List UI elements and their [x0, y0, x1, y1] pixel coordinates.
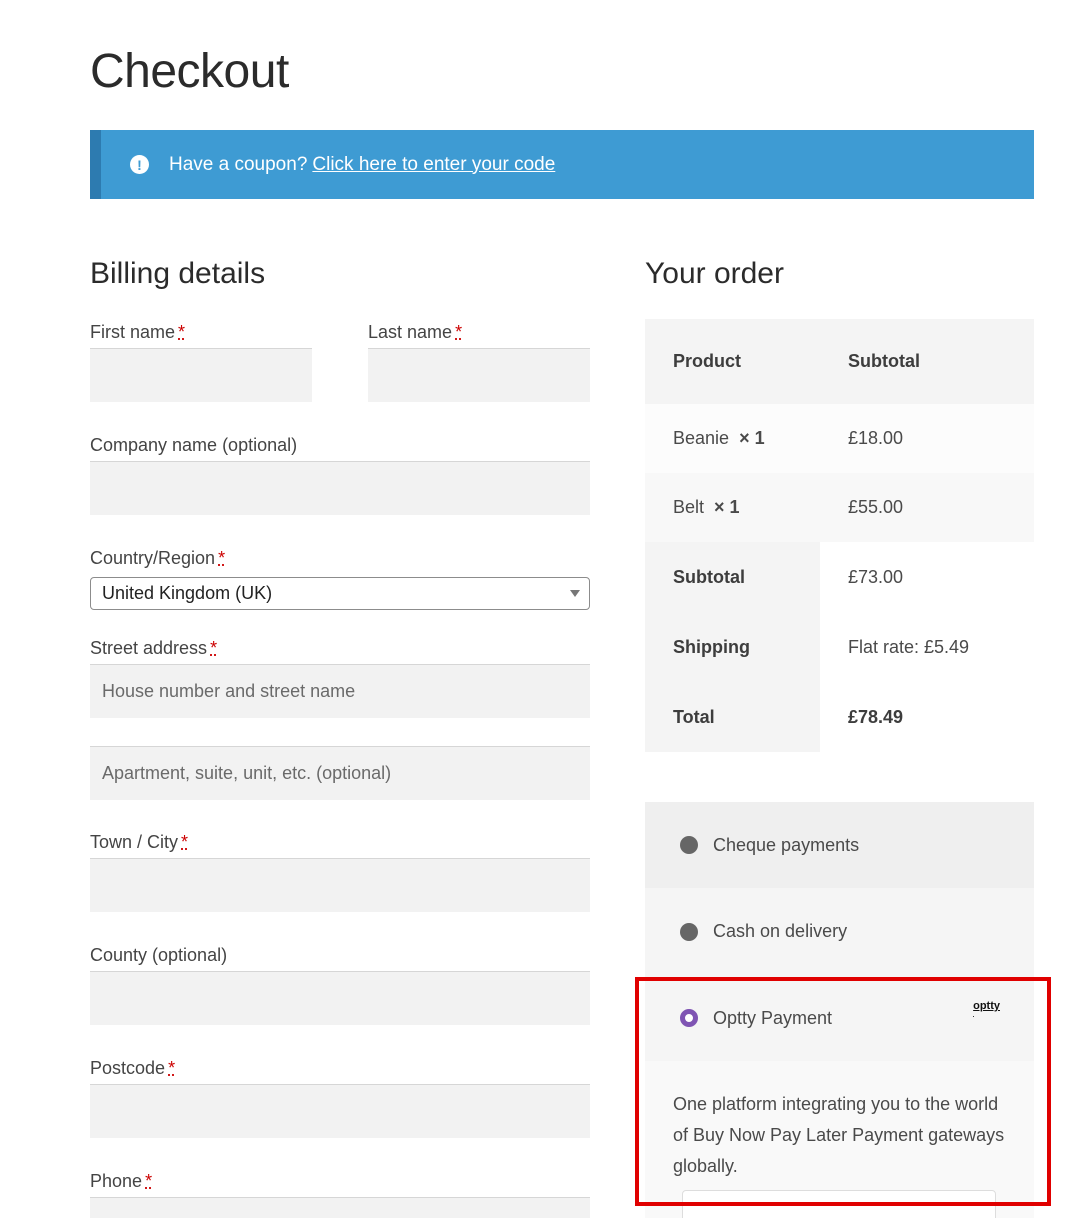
optty-logo: optty	[973, 1001, 1000, 1016]
optty-logo-text: optty	[973, 1000, 1000, 1012]
payment-method-cheque[interactable]: Cheque payments	[645, 802, 1034, 888]
column-header-product: Product	[673, 351, 742, 371]
chevron-down-icon	[570, 590, 580, 597]
country-select[interactable]: United Kingdom (UK)	[90, 577, 590, 610]
required-mark: *	[218, 548, 226, 568]
phone-input[interactable]	[90, 1197, 590, 1218]
subtotal-row: Subtotal £73.00	[645, 542, 1034, 612]
postcode-label-text: Postcode	[90, 1058, 166, 1078]
coupon-prompt: Have a coupon?	[169, 153, 308, 175]
country-label: Country/Region *	[90, 548, 225, 569]
payment-method-label: Cheque payments	[713, 834, 860, 855]
county-input[interactable]	[90, 971, 590, 1025]
table-row: Belt × 1 £55.00	[645, 473, 1034, 542]
first-name-label: First name *	[90, 322, 185, 343]
radio-button-selected[interactable]	[680, 1009, 698, 1027]
street-label: Street address *	[90, 638, 217, 659]
last-name-label: Last name *	[368, 322, 462, 343]
company-input[interactable]	[90, 461, 590, 515]
required-mark: *	[455, 322, 463, 342]
radio-button[interactable]	[680, 922, 698, 941]
product-qty: × 1	[739, 428, 765, 448]
subtotal-label: Subtotal	[673, 566, 745, 587]
product-price: £18.00	[848, 428, 904, 448]
info-icon: !	[130, 155, 149, 174]
product-price: £55.00	[848, 497, 904, 517]
phone-label-text: Phone	[90, 1171, 143, 1191]
first-name-label-text: First name	[90, 322, 176, 342]
column-header-subtotal: Subtotal	[848, 351, 920, 371]
company-label: Company name (optional)	[90, 435, 298, 455]
optty-widget-frame[interactable]	[682, 1190, 996, 1218]
shipping-row: Shipping Flat rate: £5.49	[645, 612, 1034, 682]
town-input[interactable]	[90, 858, 590, 912]
payment-method-optty[interactable]: Optty Payment optty	[645, 975, 1034, 1061]
payment-method-cod[interactable]: Cash on delivery	[645, 888, 1034, 975]
table-row: Beanie × 1 £18.00	[645, 404, 1034, 473]
shipping-value: Flat rate: £5.49	[848, 636, 970, 657]
postcode-label: Postcode *	[90, 1058, 175, 1079]
street-label-text: Street address	[90, 638, 208, 658]
required-mark: *	[178, 322, 186, 342]
page-title: Checkout	[90, 45, 289, 98]
total-row: Total £78.49	[645, 682, 1034, 752]
coupon-notice: ! Have a coupon? Click here to enter you…	[90, 130, 1034, 199]
radio-button[interactable]	[680, 836, 698, 854]
required-mark: *	[210, 638, 218, 658]
product-name-text: Belt	[673, 497, 705, 517]
product-name: Belt × 1	[673, 497, 740, 518]
postcode-input[interactable]	[90, 1084, 590, 1138]
last-name-label-text: Last name	[368, 322, 453, 342]
shipping-label: Shipping	[673, 636, 750, 657]
total-value: £78.49	[848, 706, 904, 727]
billing-heading: Billing details	[90, 257, 266, 290]
country-label-text: Country/Region	[90, 548, 216, 568]
total-label: Total	[673, 706, 715, 727]
subtotal-value: £73.00	[848, 566, 904, 587]
product-name: Beanie × 1	[673, 428, 765, 449]
town-label: Town / City *	[90, 832, 188, 853]
order-heading: Your order	[645, 257, 784, 290]
town-label-text: Town / City	[90, 832, 179, 852]
phone-label: Phone *	[90, 1171, 152, 1192]
country-value: United Kingdom (UK)	[102, 583, 273, 603]
payment-method-label: Optty Payment	[713, 1007, 833, 1028]
optty-description: One platform integrating you to the worl…	[673, 1094, 1005, 1176]
required-mark: *	[145, 1171, 153, 1191]
product-qty: × 1	[714, 497, 740, 517]
product-name-text: Beanie	[673, 428, 730, 448]
last-name-input[interactable]	[368, 348, 590, 402]
required-mark: *	[168, 1058, 176, 1078]
required-mark: *	[181, 832, 189, 852]
enter-coupon-link[interactable]: Click here to enter your code	[312, 154, 555, 176]
table-header-row: Product Subtotal	[645, 319, 1034, 404]
payment-method-label: Cash on delivery	[713, 921, 848, 941]
apartment-input[interactable]	[90, 746, 590, 800]
street-address-input[interactable]	[90, 664, 590, 718]
first-name-input[interactable]	[90, 348, 312, 402]
optty-payment-box: One platform integrating you to the worl…	[645, 1061, 1034, 1218]
county-label: County (optional)	[90, 945, 228, 965]
